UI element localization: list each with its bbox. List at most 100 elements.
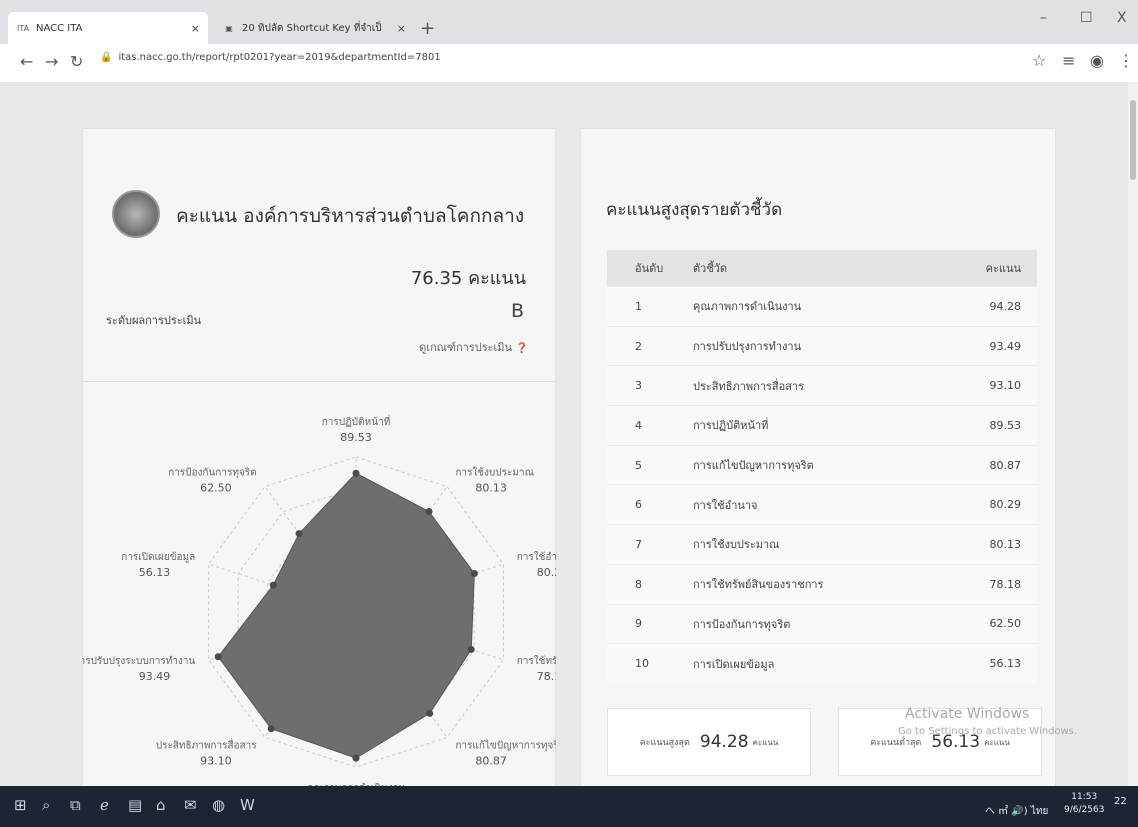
max-score-box: คะแนนสูงสุด 94.28 คะแนน [607,708,811,776]
minimize-button[interactable]: – [1040,10,1047,26]
radar-point [267,725,275,733]
table-row: 1 คุณภาพการดำเนินงาน 94.28 [607,286,1037,327]
indicator-cell: การใช้งบประมาณ [693,524,940,565]
notification-icon[interactable]: 22 [1114,796,1127,807]
url-text: itas.nacc.go.th/report/rpt0201?year=2019… [118,52,441,63]
radar-area [217,472,475,759]
rank-cell: 2 [607,325,693,366]
radar-point [269,581,277,589]
radar-value-label: 80.29 [537,566,556,579]
url-field[interactable]: 🔒 itas.nacc.go.th/report/rpt0201?year=201… [100,52,441,63]
score-cell: 93.10 [939,365,1037,406]
tab-favicon-icon: ▣ [225,23,233,33]
close-tab-icon[interactable]: × [191,22,200,35]
tab-nacc-ita[interactable]: ITA NACC ITA × [8,12,208,44]
word-icon[interactable]: W [240,796,255,814]
header-rank: อันดับ [607,250,693,287]
reading-list-icon[interactable]: ≡ [1062,51,1075,70]
min-score-label: คะแนนต่ำสุด [870,738,922,748]
table-row: 7 การใช้งบประมาณ 80.13 [607,524,1037,565]
lock-icon: 🔒 [100,52,113,63]
menu-icon[interactable]: ⋮ [1118,51,1134,70]
indicator-cell: การปฏิบัติหน้าที่ [693,405,940,446]
header-indicator: ตัวชี้วัด [693,250,940,287]
radar-value-label: 62.50 [200,481,232,494]
indicator-cell: การแก้ไขปัญหาการทุจริต [693,444,940,485]
radar-axis-label: การเปิดเผยข้อมูล [121,551,195,563]
clock[interactable]: 11:53 9/6/2563 [1064,791,1104,817]
max-score-value: 94.28 [699,732,749,752]
nacc-favicon-icon: ITA [16,23,30,33]
star-icon[interactable]: ☆ [1032,51,1046,70]
table-row: 4 การปฏิบัติหน้าที่ 89.53 [607,405,1037,446]
clock-date: 9/6/2563 [1064,805,1105,815]
min-score-unit: คะแนน [984,737,1010,747]
profile-icon[interactable]: ◉ [1090,51,1104,70]
indicator-cell: การปรับปรุงการทำงาน [693,325,940,366]
table-row: 3 ประสิทธิภาพการสื่อสาร 93.10 [607,365,1037,406]
radar-axis-label: การป้องกันการทุจริต [168,466,257,478]
score-cell: 80.87 [939,444,1037,485]
tab-shortcut-key[interactable]: ▣ 20 ทิปลัด Shortcut Key ที่จำเป็ × [214,12,414,44]
tab-label: NACC ITA [36,22,83,34]
taskbar [0,786,1138,827]
grade-value: B [510,300,524,322]
scrollbar-thumb[interactable] [1130,100,1136,180]
rank-cell: 1 [607,286,693,327]
radar-value-label: 80.13 [475,481,507,494]
rank-cell: 3 [607,365,693,406]
back-arrow-icon[interactable]: ← [20,52,33,71]
indicator-cell: การใช้อำนาจ [693,484,940,525]
clock-time: 11:53 [1071,792,1098,802]
chrome-icon[interactable]: ◍ [212,796,225,814]
table-row: 9 การป้องกันการทุจริต 62.50 [607,603,1037,644]
total-score: 76.35 คะแนน [410,268,526,289]
radar-value-label: 56.13 [139,566,171,579]
score-cell: 56.13 [939,643,1037,683]
rank-cell: 10 [607,643,693,683]
page-title: คะแนน องค์การบริหารส่วนตำบลโคกกลาง [176,205,525,227]
radar-value-label: 89.53 [340,431,372,444]
system-tray[interactable]: へ ㎡ 🔊) ไทย [985,802,1048,819]
radar-point [426,709,434,717]
rank-cell: 5 [607,444,693,485]
mail-icon[interactable]: ✉ [184,796,197,814]
radar-value-label: 78.18 [537,670,556,683]
header-score: คะแนน [939,250,1037,287]
radar-point [425,508,433,516]
forward-arrow-icon[interactable]: → [45,52,58,71]
file-explorer-icon[interactable]: ▤ [128,796,142,814]
reload-icon[interactable]: ↻ [70,52,83,71]
search-icon[interactable]: ⌕ [42,796,50,814]
rank-cell: 8 [607,563,693,604]
ranking-title: คะแนนสูงสุดรายตัวชี้วัด [606,200,783,220]
tab-label: 20 ทิปลัด Shortcut Key ที่จำเป็ [242,22,382,34]
new-tab-button[interactable]: + [420,18,435,39]
edge-icon[interactable]: ℯ [100,796,109,814]
indicator-cell: การเปิดเผยข้อมูล [693,643,940,683]
table-header-row: อันดับ ตัวชี้วัด คะแนน [607,250,1037,287]
indicator-cell: การใช้ทรัพย์สินของราชการ [693,563,940,604]
store-icon[interactable]: ⌂ [156,796,166,814]
maximize-button[interactable]: ☐ [1080,10,1093,26]
criteria-link[interactable]: ดูเกณฑ์การประเมิน ❓ [310,338,528,356]
radar-point [352,754,360,762]
indicator-cell: ประสิทธิภาพการสื่อสาร [693,365,940,406]
rank-cell: 4 [607,405,693,446]
radar-axis-label: การแก้ไขปัญหาการทุจริต [455,740,556,752]
task-view-icon[interactable]: ⧉ [70,796,81,814]
table-row: 8 การใช้ทรัพย์สินของราชการ 78.18 [607,563,1037,604]
ranking-table: อันดับ ตัวชี้วัด คะแนน 1 คุณภาพการดำเนินง… [607,250,1037,683]
table-row: 2 การปรับปรุงการทำงาน 93.49 [607,325,1037,366]
radar-value-label: 93.10 [200,755,232,768]
help-icon[interactable]: ❓ [516,343,528,354]
close-tab-icon[interactable]: × [397,22,406,35]
close-window-button[interactable]: X [1117,10,1127,26]
scrollbar[interactable] [1128,82,1138,786]
table-row: 5 การแก้ไขปัญหาการทุจริต 80.87 [607,444,1037,485]
max-score-label: คะแนนสูงสุด [639,738,690,748]
radar-axis-label: การใช้อำนาจ [517,551,556,563]
score-cell: 80.13 [939,524,1037,565]
radar-axis-label: การปฏิบัติหน้าที่ [322,414,391,428]
windows-start-icon[interactable]: ⊞ [14,796,27,814]
